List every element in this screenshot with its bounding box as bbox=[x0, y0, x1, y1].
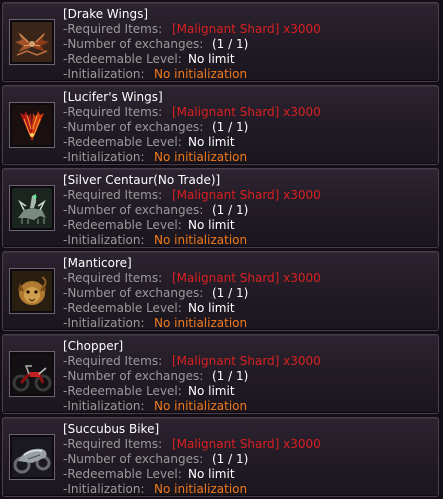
initialization-label: -Initialization: bbox=[63, 233, 145, 247]
initialization-label: -Initialization: bbox=[63, 482, 145, 496]
manticore-icon bbox=[12, 271, 52, 311]
exchanges-value: (1 / 1) bbox=[212, 452, 249, 466]
required-items-value: [Malignant Shard] x3000 bbox=[172, 437, 321, 451]
exchanges-value: (1 / 1) bbox=[212, 37, 249, 51]
item-icon-slot[interactable] bbox=[9, 102, 55, 148]
exchanges-value: (1 / 1) bbox=[212, 120, 249, 134]
item-name: [Chopper] bbox=[63, 339, 124, 353]
initialization-value: No initialization bbox=[154, 399, 248, 413]
required-items-value: [Malignant Shard] x3000 bbox=[172, 22, 321, 36]
redeemable-level-label: -Redeemable Level: bbox=[63, 301, 182, 315]
lucifer-wings-icon bbox=[12, 105, 52, 145]
required-items-label: -Required Items: bbox=[63, 354, 163, 368]
required-items-label: -Required Items: bbox=[63, 22, 163, 36]
redeemable-level-value: No limit bbox=[188, 218, 235, 232]
redeemable-level-value: No limit bbox=[188, 384, 235, 398]
exchanges-label: -Number of exchanges: bbox=[63, 369, 204, 383]
initialization-value: No initialization bbox=[154, 316, 248, 330]
initialization-label: -Initialization: bbox=[63, 316, 145, 330]
exchanges-value: (1 / 1) bbox=[212, 369, 249, 383]
required-items-value: [Malignant Shard] x3000 bbox=[172, 271, 321, 285]
initialization-value: No initialization bbox=[154, 150, 248, 164]
initialization-value: No initialization bbox=[154, 233, 248, 247]
chopper-icon bbox=[12, 354, 52, 394]
item-icon-slot[interactable] bbox=[9, 19, 55, 65]
redeemable-level-value: No limit bbox=[188, 301, 235, 315]
initialization-value: No initialization bbox=[154, 67, 248, 81]
initialization-label: -Initialization: bbox=[63, 399, 145, 413]
exchanges-label: -Number of exchanges: bbox=[63, 120, 204, 134]
item-name: [Lucifer's Wings] bbox=[63, 90, 163, 104]
exchanges-label: -Number of exchanges: bbox=[63, 203, 204, 217]
drake-wings-icon bbox=[12, 22, 52, 62]
item-name: [Manticore] bbox=[63, 256, 132, 270]
required-items-label: -Required Items: bbox=[63, 188, 163, 202]
required-items-label: -Required Items: bbox=[63, 437, 163, 451]
item-icon-slot[interactable] bbox=[9, 351, 55, 397]
required-items-label: -Required Items: bbox=[63, 271, 163, 285]
exchanges-label: -Number of exchanges: bbox=[63, 37, 204, 51]
exchange-item-card[interactable]: [Chopper] -Required Items: [Malignant Sha… bbox=[2, 334, 439, 414]
exchanges-value: (1 / 1) bbox=[212, 286, 249, 300]
silver-centaur-icon bbox=[12, 188, 52, 228]
exchange-item-card[interactable]: [Drake Wings] -Required Items: [Malignant… bbox=[2, 2, 439, 82]
item-name: [Drake Wings] bbox=[63, 7, 149, 21]
required-items-label: -Required Items: bbox=[63, 105, 163, 119]
redeemable-level-value: No limit bbox=[188, 467, 235, 481]
exchange-item-card[interactable]: [Manticore] -Required Items: [Malignant S… bbox=[2, 251, 439, 331]
redeemable-level-label: -Redeemable Level: bbox=[63, 218, 182, 232]
exchange-item-card[interactable]: [Lucifer's Wings] -Required Items: [Malig… bbox=[2, 85, 439, 165]
exchanges-value: (1 / 1) bbox=[212, 203, 249, 217]
required-items-value: [Malignant Shard] x3000 bbox=[172, 105, 321, 119]
redeemable-level-label: -Redeemable Level: bbox=[63, 384, 182, 398]
redeemable-level-label: -Redeemable Level: bbox=[63, 467, 182, 481]
redeemable-level-value: No limit bbox=[188, 135, 235, 149]
item-name: [Silver Centaur(No Trade)] bbox=[63, 173, 221, 187]
item-name: [Succubus Bike] bbox=[63, 422, 160, 436]
required-items-value: [Malignant Shard] x3000 bbox=[172, 354, 321, 368]
redeemable-level-label: -Redeemable Level: bbox=[63, 52, 182, 66]
item-icon-slot[interactable] bbox=[9, 434, 55, 480]
initialization-value: No initialization bbox=[154, 482, 248, 496]
redeemable-level-label: -Redeemable Level: bbox=[63, 135, 182, 149]
exchange-item-card[interactable]: [Succubus Bike] -Required Items: [Maligna… bbox=[2, 417, 439, 497]
exchanges-label: -Number of exchanges: bbox=[63, 286, 204, 300]
required-items-value: [Malignant Shard] x3000 bbox=[172, 188, 321, 202]
redeemable-level-value: No limit bbox=[188, 52, 235, 66]
item-icon-slot[interactable] bbox=[9, 268, 55, 314]
exchanges-label: -Number of exchanges: bbox=[63, 452, 204, 466]
initialization-label: -Initialization: bbox=[63, 67, 145, 81]
initialization-label: -Initialization: bbox=[63, 150, 145, 164]
exchange-item-card[interactable]: [Silver Centaur(No Trade)] -Required Ite… bbox=[2, 168, 439, 248]
exchange-list: [Drake Wings] -Required Items: [Malignant… bbox=[0, 0, 443, 499]
item-icon-slot[interactable] bbox=[9, 185, 55, 231]
succubus-bike-icon bbox=[12, 437, 52, 477]
